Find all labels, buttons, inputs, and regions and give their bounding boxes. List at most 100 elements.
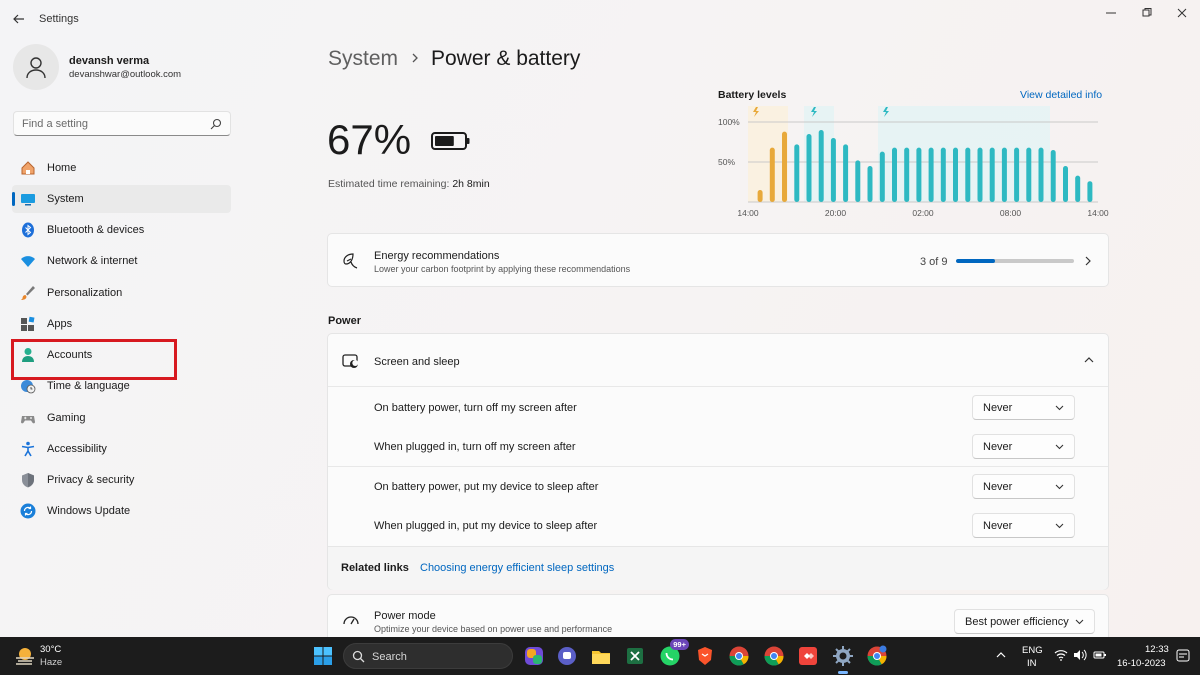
chevron-up-icon[interactable] <box>996 651 1006 659</box>
battery-bar <box>757 190 763 202</box>
sidebar-item-personalization[interactable]: Personalization <box>12 279 231 307</box>
battery-bar <box>1087 181 1093 202</box>
close-button[interactable] <box>1167 4 1197 22</box>
leaf-icon <box>343 253 358 269</box>
sidebar-item-bluetooth[interactable]: Bluetooth & devices <box>12 216 231 244</box>
sidebar-item-privacy[interactable]: Privacy & security <box>12 466 231 494</box>
avatar[interactable] <box>13 44 59 90</box>
sidebar-item-label: Gaming <box>47 412 86 424</box>
search-placeholder: Find a setting <box>22 118 89 130</box>
battery-screen-off-dropdown[interactable]: Never <box>972 395 1075 420</box>
x-tick-label: 20:00 <box>825 208 847 218</box>
battery-bar <box>1001 147 1007 202</box>
battery-bar <box>782 131 787 202</box>
sidebar-item-system[interactable]: System <box>12 185 231 213</box>
battery-bar <box>867 166 873 202</box>
sidebar-item-gaming[interactable]: Gaming <box>12 404 231 432</box>
chrome-icon[interactable] <box>728 645 750 667</box>
setting-row-battery-sleep: On battery power, put my device to sleep… <box>328 467 1108 507</box>
screen-sleep-header[interactable]: Screen and sleep <box>328 334 1108 387</box>
setting-row-plugged-screen: When plugged in, turn off my screen afte… <box>328 427 1108 467</box>
anydesk-icon[interactable] <box>797 645 819 667</box>
maximize-button[interactable] <box>1132 4 1162 22</box>
battery-bar <box>855 160 861 202</box>
chrome-secondary-icon[interactable] <box>866 645 888 667</box>
clock-date[interactable]: 16-10-2023 <box>1117 658 1166 669</box>
dropdown-value: Never <box>983 402 1013 414</box>
minimize-icon <box>1106 12 1116 14</box>
sidebar-item-accessibility[interactable]: Accessibility <box>12 435 231 463</box>
setting-label: When plugged in, turn off my screen afte… <box>374 441 576 453</box>
sidebar-item-apps[interactable]: Apps <box>12 310 231 338</box>
excel-icon[interactable] <box>624 645 646 667</box>
charging-region <box>878 106 1050 202</box>
search-input[interactable]: Find a setting <box>13 111 231 136</box>
language-indicator[interactable]: ENG <box>1022 645 1043 656</box>
energy-title: Energy recommendations <box>374 250 500 262</box>
power-mode-card: Power mode Optimize your device based on… <box>327 594 1109 637</box>
battery-level-chart: 100% 50% 14:00 20:00 02:00 08:00 14:00 <box>718 106 1109 218</box>
battery-bar <box>806 134 812 202</box>
weather-haze-icon[interactable] <box>14 645 36 667</box>
settings-gear-icon[interactable] <box>832 645 854 667</box>
related-links: Related links Choosing energy efficient … <box>328 546 1108 590</box>
plugged-sleep-dropdown[interactable]: Never <box>972 513 1075 538</box>
sidebar-item-label: Privacy & security <box>47 474 135 486</box>
back-arrow-icon <box>13 14 24 24</box>
view-detailed-info-link[interactable]: View detailed info <box>1020 89 1102 101</box>
breadcrumb-parent[interactable]: System <box>328 47 398 71</box>
taskbar: 30°C Haze Search 99+ ENG IN 12:33 16-10-… <box>0 637 1200 675</box>
battery-sleep-dropdown[interactable]: Never <box>972 474 1075 499</box>
weather-description: Haze <box>40 657 63 668</box>
battery-bar <box>892 147 897 202</box>
battery-bar <box>928 147 934 202</box>
chevron-down-icon <box>1055 405 1064 411</box>
energy-sleep-settings-link[interactable]: Choosing energy efficient sleep settings <box>420 562 614 574</box>
x-tick-label: 14:00 <box>737 208 759 218</box>
section-header-power: Power <box>328 315 362 327</box>
notification-icon[interactable] <box>1176 649 1190 663</box>
battery-bar <box>977 147 983 202</box>
file-explorer-icon[interactable] <box>590 645 612 667</box>
battery-bar <box>879 151 885 202</box>
battery-bar <box>1014 147 1020 202</box>
battery-icon <box>431 132 470 150</box>
whatsapp-app[interactable]: 99+ <box>659 639 689 667</box>
apps-icon <box>21 316 35 331</box>
brave-browser-icon[interactable] <box>694 645 716 667</box>
sidebar-item-home[interactable]: Home <box>12 154 231 182</box>
profile-email: devanshwar@outlook.com <box>69 69 182 80</box>
minimize-button[interactable] <box>1096 4 1126 22</box>
sidebar-item-label: System <box>47 193 84 205</box>
energy-recommendations-card[interactable]: Energy recommendations Lower your carbon… <box>327 233 1109 287</box>
windows-start-icon[interactable] <box>313 646 333 666</box>
plugged-screen-off-dropdown[interactable]: Never <box>972 434 1075 459</box>
active-indicator <box>12 192 15 206</box>
battery-bar <box>830 138 836 202</box>
power-mode-dropdown[interactable]: Best power efficiency <box>954 609 1095 634</box>
copilot-icon[interactable] <box>523 645 545 667</box>
gaming-icon <box>21 416 35 424</box>
system-icon <box>21 194 35 206</box>
taskbar-search[interactable]: Search <box>343 643 513 669</box>
y-tick-label: 100% <box>718 117 740 127</box>
screen-sleep-title: Screen and sleep <box>374 356 460 368</box>
battery-percent: 67% <box>327 116 412 163</box>
sidebar-item-network[interactable]: Network & internet <box>12 247 231 275</box>
battery-bar <box>794 144 800 202</box>
energy-progress-bar <box>956 259 1074 263</box>
teams-chat-icon[interactable] <box>556 645 578 667</box>
sidebar-item-windows-update[interactable]: Windows Update <box>12 497 231 525</box>
battery-tray-icon[interactable] <box>1093 649 1107 661</box>
wifi-icon[interactable] <box>1054 649 1068 661</box>
chrome-profile-icon[interactable] <box>763 645 785 667</box>
chevron-up-icon[interactable] <box>1084 356 1094 364</box>
power-mode-icon <box>343 616 359 625</box>
clock-time[interactable]: 12:33 <box>1145 644 1169 655</box>
dropdown-value: Best power efficiency <box>965 616 1069 628</box>
y-tick-label: 50% <box>718 157 735 167</box>
back-button[interactable] <box>8 8 30 30</box>
battery-bar <box>953 147 958 202</box>
sidebar-item-label: Time & language <box>47 380 130 392</box>
volume-icon[interactable] <box>1073 649 1087 661</box>
